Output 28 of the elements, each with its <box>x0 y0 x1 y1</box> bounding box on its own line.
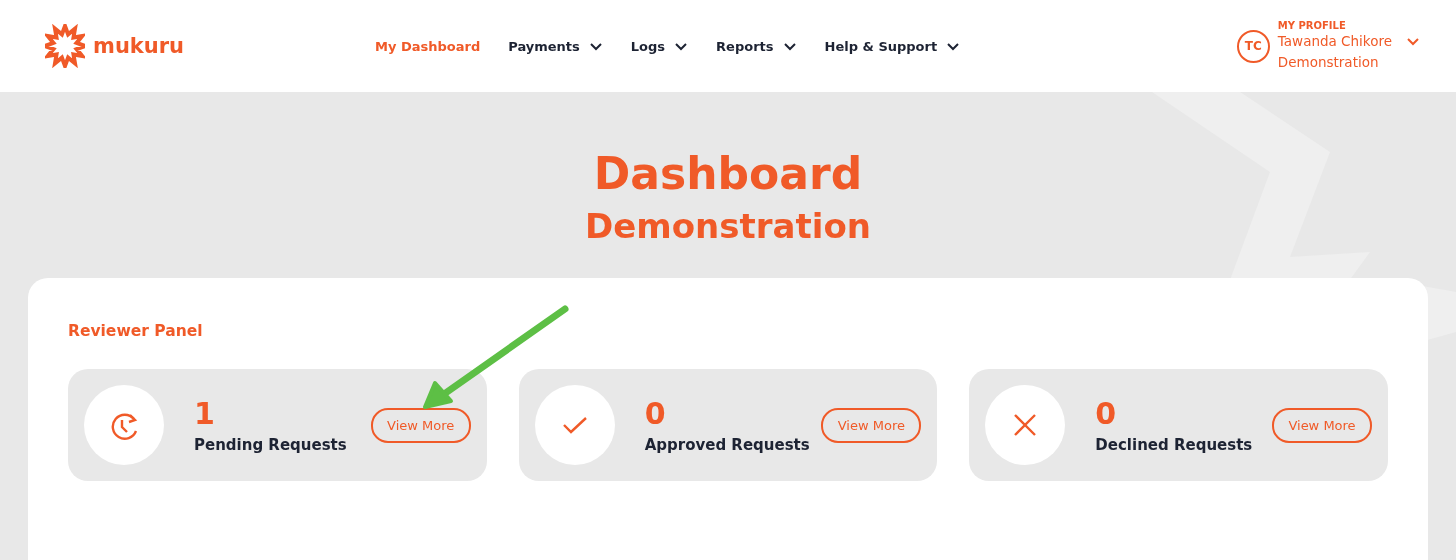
chevron-down-icon <box>588 41 603 51</box>
request-label: Approved Requests <box>644 436 811 454</box>
profile-organisation: Demonstration <box>1277 52 1380 72</box>
request-label: Pending Requests <box>194 436 348 454</box>
nav-link[interactable]: Payments <box>508 38 603 54</box>
view-more-button[interactable]: View More <box>821 407 922 443</box>
chevron-down-icon <box>674 41 689 51</box>
page-title: Dashboard <box>593 147 863 201</box>
nav-link[interactable]: Help & Support <box>824 38 961 54</box>
chevron-down-icon <box>946 41 961 51</box>
view-more-button[interactable]: View More <box>1272 407 1372 443</box>
avatar-initials: TC <box>1236 29 1270 63</box>
sun-logo-icon <box>45 24 85 68</box>
request-label: Declined Requests <box>1095 436 1254 454</box>
profile-caption: MY PROFILE <box>1277 19 1347 31</box>
chevron-down-icon <box>1406 36 1420 46</box>
nav-link[interactable]: Reports <box>716 38 797 54</box>
profile-name[interactable]: Tawanda Chikore <box>1277 30 1392 52</box>
brand-name: mukuru <box>93 34 185 58</box>
request-count: 0 <box>1095 396 1118 432</box>
request-count: 1 <box>194 396 216 432</box>
chevron-down-icon <box>782 41 797 51</box>
request-count: 0 <box>644 396 667 432</box>
panel-heading: Reviewer Panel <box>68 322 204 340</box>
view-more-button[interactable]: View More <box>370 407 471 443</box>
nav-link[interactable]: My Dashboard <box>375 38 481 54</box>
nav-link[interactable]: Logs <box>630 38 689 54</box>
page-subtitle: Demonstration <box>585 205 871 248</box>
